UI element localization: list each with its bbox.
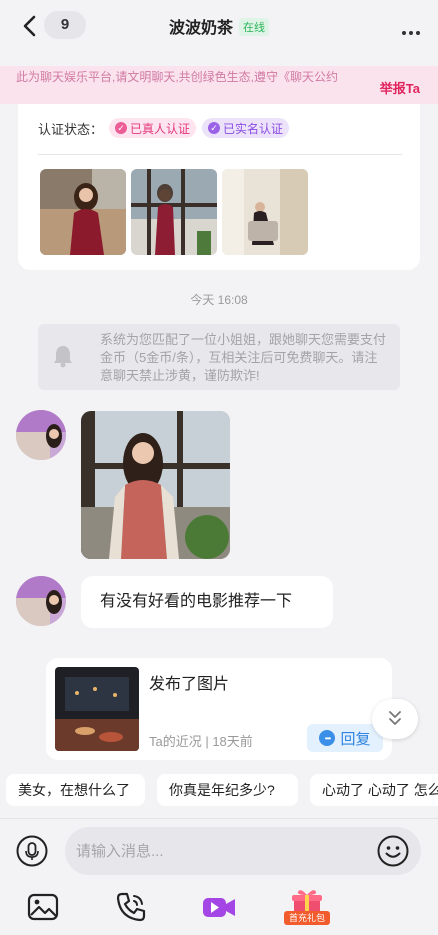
post-text: 发布了图片 xyxy=(149,676,230,693)
title-wrap: 波波奶茶 在线 xyxy=(0,14,438,38)
reply-button[interactable]: ••• 回复 xyxy=(307,724,383,752)
real-name-verified-badge: ✓ 已实名认证 xyxy=(202,118,290,138)
reply-label: 回复 xyxy=(340,730,371,748)
system-message-text: 系统为您匹配了一位小姐姐，跟她聊天您需要支付金币（5金币/条），互相关注后可免费… xyxy=(100,332,387,383)
check-icon: ✓ xyxy=(115,122,128,134)
video-call-icon[interactable] xyxy=(202,890,236,924)
post-thumbnail[interactable] xyxy=(55,667,139,751)
quick-reply[interactable]: 美女，在想什么了 xyxy=(6,774,145,806)
chat-header: 9 波波奶茶 在线 xyxy=(0,0,438,52)
bell-icon xyxy=(54,346,72,368)
first-recharge-gift-label[interactable]: 首充礼包 xyxy=(284,911,330,925)
quick-reply[interactable]: 心动了 心动了 怎么 xyxy=(310,774,438,806)
contact-avatar[interactable] xyxy=(16,576,66,626)
more-options-icon[interactable] xyxy=(402,22,424,35)
message-input[interactable] xyxy=(65,827,421,875)
contact-avatar[interactable] xyxy=(16,410,66,460)
report-button[interactable]: 举报Ta xyxy=(380,78,420,97)
voice-call-icon[interactable] xyxy=(114,890,148,924)
badge-label: 已实名认证 xyxy=(223,121,284,136)
chat-bubble-icon: ••• xyxy=(319,730,336,746)
contact-name[interactable]: 波波奶茶 xyxy=(169,20,233,37)
text-message-bubble[interactable]: 有没有好看的电影推荐一下 xyxy=(81,576,333,628)
microphone-icon[interactable] xyxy=(16,835,48,867)
post-meta: Ta的近况 | 18天前 xyxy=(149,734,253,749)
profile-photo-1[interactable] xyxy=(40,169,126,255)
notice-text: 此为聊天娱乐平台,请文明聊天,共创绿色生态,遵守《聊天公约 xyxy=(16,70,339,84)
verify-label: 认证状态： xyxy=(38,121,104,137)
image-gallery-icon[interactable] xyxy=(26,890,60,924)
recent-post-card[interactable]: 发布了图片 Ta的近况 | 18天前 ••• 回复 xyxy=(46,658,392,760)
quick-reply[interactable]: 你真是年纪多少? xyxy=(157,774,298,806)
system-message: 系统为您匹配了一位小姐姐，跟她聊天您需要支付金币（5金币/条），互相关注后可免费… xyxy=(38,324,400,390)
image-message[interactable] xyxy=(81,411,230,559)
profile-photo-2[interactable] xyxy=(131,169,217,255)
profile-card: 认证状态： ✓ 已真人认证 ✓ 已实名认证 xyxy=(18,104,420,270)
emoji-icon[interactable] xyxy=(377,835,409,867)
chat-timestamp: 今天 16:08 xyxy=(190,293,248,307)
verification-row: 认证状态： ✓ 已真人认证 ✓ 已实名认证 xyxy=(38,118,295,138)
profile-photo-3[interactable] xyxy=(222,169,308,255)
online-status-badge: 在线 xyxy=(239,18,269,36)
divider xyxy=(38,154,402,155)
real-person-verified-badge: ✓ 已真人认证 xyxy=(109,118,197,138)
badge-label: 已真人认证 xyxy=(130,121,191,136)
scroll-to-bottom-icon[interactable] xyxy=(372,699,418,739)
rules-notice-banner: 此为聊天娱乐平台,请文明聊天,共创绿色生态,遵守《聊天公约 举报Ta xyxy=(0,66,438,104)
check-icon: ✓ xyxy=(208,122,221,134)
